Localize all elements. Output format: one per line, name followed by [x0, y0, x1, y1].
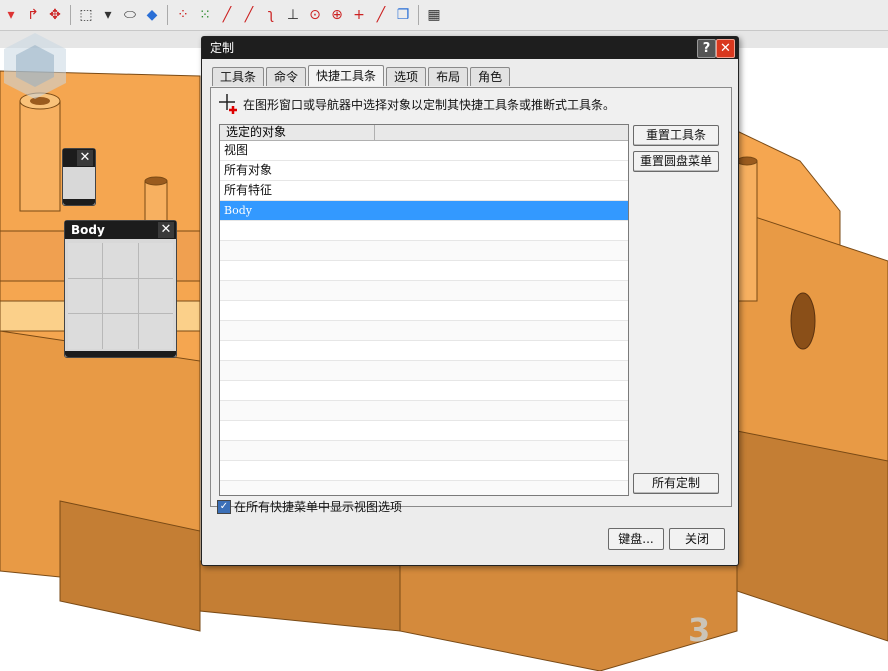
toolbar-separator: [418, 5, 419, 25]
list-item[interactable]: 视图: [220, 141, 628, 161]
list-item-empty: [220, 401, 628, 421]
dropdown-arrow-icon[interactable]: ▾: [2, 6, 20, 24]
plus-icon[interactable]: +: [350, 6, 368, 24]
grid-cell[interactable]: [68, 243, 103, 278]
help-button[interactable]: ?: [697, 39, 716, 58]
tab-commands[interactable]: 命令: [266, 67, 307, 86]
toolbar-separator: [167, 5, 168, 25]
dialog-title: 定制: [210, 41, 235, 55]
customize-dialog: 定制 ? ✕ 工具条 命令 快捷工具条 选项 布局 角色 在图形窗口或导航器中选…: [201, 36, 739, 566]
list-item[interactable]: 所有对象: [220, 161, 628, 181]
tab-toolbars[interactable]: 工具条: [212, 67, 265, 86]
list-item-empty: [220, 221, 628, 241]
point-icon[interactable]: ⊥: [284, 6, 302, 24]
eraser-icon[interactable]: ⬭: [121, 6, 139, 24]
tab-roles[interactable]: 角色: [470, 67, 511, 86]
floating-toolbar-empty: ✕: [62, 148, 96, 206]
watermark-logo-icon: [4, 33, 66, 99]
tab-options[interactable]: 选项: [386, 67, 427, 86]
grid-icon[interactable]: ▦: [425, 6, 443, 24]
grid-cell[interactable]: [103, 243, 138, 278]
grid-cell[interactable]: [138, 243, 173, 278]
watermark-text: 3: [688, 611, 711, 649]
curve-icon[interactable]: ʅ: [262, 6, 280, 24]
line-icon[interactable]: ╱: [240, 6, 258, 24]
grid-cell[interactable]: [138, 278, 173, 314]
measure-icon[interactable]: ✥: [46, 6, 64, 24]
body-toolbar-footer: [65, 351, 176, 357]
tab-quick-toolbars[interactable]: 快捷工具条: [308, 65, 385, 86]
line-icon[interactable]: ╱: [218, 6, 236, 24]
reset-radial-menu-button[interactable]: 重置圆盘菜单: [633, 151, 719, 172]
list-item-empty: [220, 461, 628, 481]
selected-objects-list[interactable]: 选定的对象 视图 所有对象 所有特征 Body: [219, 124, 629, 496]
move-points-icon[interactable]: ⁙: [196, 6, 214, 24]
list-item-empty: [220, 241, 628, 261]
list-item-empty: [220, 481, 628, 495]
all-customizations-button[interactable]: 所有定制: [633, 473, 719, 494]
show-view-options-row[interactable]: ✓ 在所有快捷菜单中显示视图选项: [217, 498, 402, 515]
close-icon[interactable]: ✕: [716, 39, 735, 58]
tab-layout[interactable]: 布局: [428, 67, 469, 86]
list-item-selected[interactable]: Body: [220, 201, 628, 221]
list-item-empty: [220, 301, 628, 321]
list-item-empty: [220, 361, 628, 381]
window-icon[interactable]: ❐: [394, 6, 412, 24]
main-toolbar: ▾ ↱ ✥ ⬚ ▾ ⬭ ◆ ⁘ ⁙ ╱ ╱ ʅ ⊥ ⊙ ⊕ + ╱ ❐ ▦: [0, 0, 888, 31]
tab-content: 在图形窗口或导航器中选择对象以定制其快捷工具条或推断式工具条。 选定的对象 视图…: [210, 87, 732, 507]
grid-cell[interactable]: [68, 278, 103, 314]
diagonal-line-icon[interactable]: ╱: [372, 6, 390, 24]
crosshair-icon[interactable]: ⊕: [328, 6, 346, 24]
target-icon[interactable]: ⊙: [306, 6, 324, 24]
list-item-empty: [220, 441, 628, 461]
list-item-empty: [220, 281, 628, 301]
close-icon[interactable]: ✕: [158, 222, 174, 238]
list-item-empty: [220, 261, 628, 281]
dropdown-arrow-icon[interactable]: ▾: [99, 6, 117, 24]
show-view-options-checkbox[interactable]: ✓: [217, 499, 231, 514]
list-header: 选定的对象: [220, 125, 628, 141]
list-item[interactable]: 所有特征: [220, 181, 628, 201]
hint-text: 在图形窗口或导航器中选择对象以定制其快捷工具条或推断式工具条。: [243, 97, 616, 112]
reset-toolbar-button[interactable]: 重置工具条: [633, 125, 719, 146]
body-quick-toolbar: Body ✕: [64, 220, 177, 358]
floating-toolbar-footer: [63, 199, 95, 205]
box-select-icon[interactable]: ⬚: [77, 6, 95, 24]
toolbar-separator: [70, 5, 71, 25]
scatter-points-icon[interactable]: ⁘: [174, 6, 192, 24]
list-header-label: 选定的对象: [220, 125, 375, 140]
keyboard-button[interactable]: 键盘...: [608, 528, 664, 550]
list-item-empty: [220, 421, 628, 441]
cube-icon[interactable]: ◆: [143, 6, 161, 24]
close-button[interactable]: 关闭: [669, 528, 725, 550]
body-toolbar-grid: [68, 243, 173, 349]
grid-cell[interactable]: [103, 278, 138, 314]
floating-toolbar-titlebar: ✕: [63, 149, 95, 167]
tab-strip: 工具条 命令 快捷工具条 选项 布局 角色: [212, 65, 512, 86]
close-icon[interactable]: ✕: [77, 150, 93, 166]
list-item-empty: [220, 321, 628, 341]
grid-cell[interactable]: [138, 314, 173, 349]
dialog-titlebar: 定制 ? ✕: [202, 37, 738, 59]
grid-cell[interactable]: [103, 314, 138, 349]
body-toolbar-title: Body: [71, 223, 105, 237]
grid-cell[interactable]: [68, 314, 103, 349]
select-crosshair-icon: [219, 94, 239, 114]
hint-row: 在图形窗口或导航器中选择对象以定制其快捷工具条或推断式工具条。: [219, 94, 615, 114]
show-view-options-label: 在所有快捷菜单中显示视图选项: [234, 500, 403, 514]
body-toolbar-titlebar: Body ✕: [65, 221, 176, 239]
list-item-empty: [220, 381, 628, 401]
list-item-empty: [220, 341, 628, 361]
rotate-arrow-icon[interactable]: ↱: [24, 6, 42, 24]
